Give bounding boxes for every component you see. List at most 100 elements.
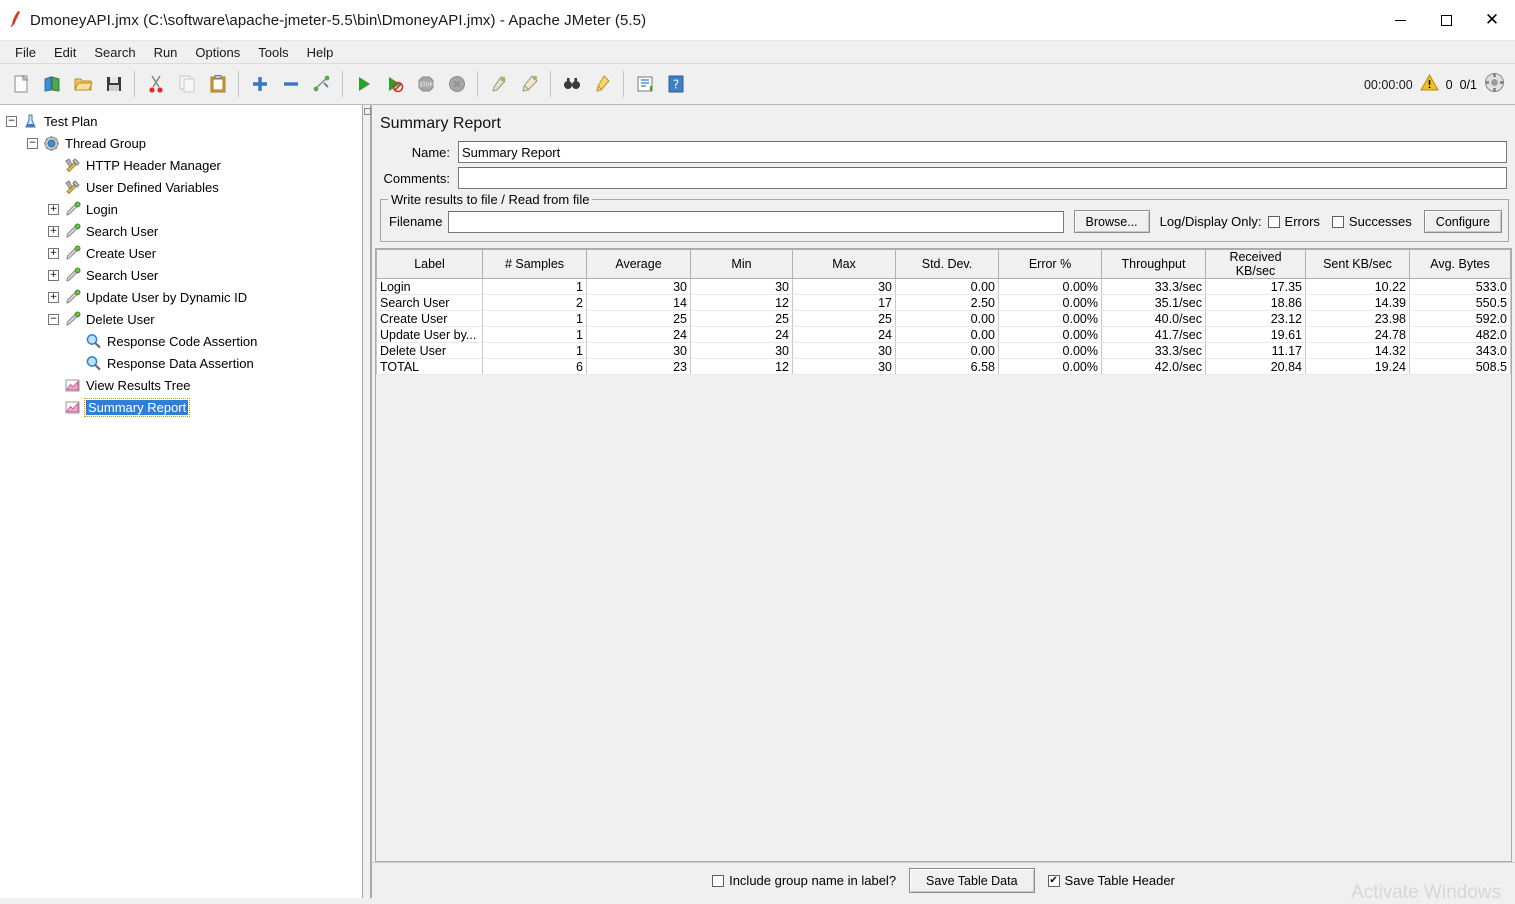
tree-node[interactable]: Response Code Assertion bbox=[0, 330, 361, 352]
thread-status-icon[interactable] bbox=[1484, 72, 1505, 97]
save-table-data-button[interactable]: Save Table Data bbox=[909, 868, 1035, 893]
start-icon[interactable] bbox=[348, 69, 379, 100]
successes-checkbox[interactable] bbox=[1331, 215, 1344, 228]
table-row[interactable]: Delete User 1 30 30 30 0.00 0.00% 33.3/sec 11.17… bbox=[376, 342, 1511, 359]
start-no-timers-icon[interactable] bbox=[379, 69, 410, 100]
table-cell: 30 bbox=[792, 278, 896, 295]
close-button[interactable]: ✕ bbox=[1469, 0, 1515, 41]
table-row[interactable]: Search User 2 14 12 17 2.50 0.00% 35.1/sec 18.86… bbox=[376, 294, 1511, 311]
config-element-icon bbox=[62, 156, 82, 174]
shutdown-icon[interactable] bbox=[441, 69, 472, 100]
filename-label: Filename bbox=[389, 214, 443, 229]
name-input[interactable]: Summary Report bbox=[458, 141, 1507, 163]
table-row[interactable]: Create User 1 25 25 25 0.00 0.00% 40.0/sec 23.12… bbox=[376, 310, 1511, 327]
clear-all-icon[interactable] bbox=[514, 69, 545, 100]
successes-checkbox-wrap[interactable]: Successes bbox=[1331, 214, 1412, 229]
tree-node[interactable]: HTTP Header Manager bbox=[0, 154, 361, 176]
save-icon[interactable] bbox=[98, 69, 129, 100]
tree-node[interactable]: − Thread Group bbox=[0, 132, 361, 154]
table-cell: Delete User bbox=[376, 342, 483, 359]
menu-search[interactable]: Search bbox=[85, 43, 144, 62]
table-cell: Login bbox=[376, 278, 483, 295]
table-cell: 11.17 bbox=[1205, 342, 1306, 359]
include-group-name-checkbox[interactable] bbox=[712, 874, 725, 887]
tree-node[interactable]: User Defined Variables bbox=[0, 176, 361, 198]
collapse-handle-icon[interactable]: − bbox=[27, 137, 38, 149]
expand-icon[interactable] bbox=[244, 69, 275, 100]
cut-icon[interactable] bbox=[140, 69, 171, 100]
column-header[interactable]: Throughput bbox=[1101, 249, 1206, 279]
column-header[interactable]: # Samples bbox=[482, 249, 587, 279]
column-header[interactable]: Max bbox=[792, 249, 896, 279]
tree-node[interactable]: Response Data Assertion bbox=[0, 352, 361, 374]
stop-icon[interactable]: STOP bbox=[410, 69, 441, 100]
table-row[interactable]: Update User by... 1 24 24 24 0.00 0.00% 41.7/se… bbox=[376, 326, 1511, 343]
reset-search-icon[interactable] bbox=[587, 69, 618, 100]
column-header[interactable]: Sent KB/sec bbox=[1305, 249, 1410, 279]
toggle-icon[interactable] bbox=[306, 69, 337, 100]
table-row[interactable]: Login 1 30 30 30 0.00 0.00% 33.3/sec 17.35 10.22 5… bbox=[376, 278, 1511, 295]
column-header[interactable]: Average bbox=[586, 249, 691, 279]
collapse-handle-icon[interactable]: − bbox=[6, 115, 17, 127]
tree-node[interactable]: + Update User by Dynamic ID bbox=[0, 286, 361, 308]
collapse-icon[interactable] bbox=[275, 69, 306, 100]
collapse-handle-icon[interactable]: − bbox=[48, 313, 59, 325]
column-header[interactable]: Label bbox=[376, 249, 483, 279]
table-cell: 24 bbox=[586, 326, 691, 343]
expand-handle-icon[interactable]: + bbox=[48, 291, 59, 303]
tree-node[interactable]: + Search User bbox=[0, 264, 361, 286]
menu-edit[interactable]: Edit bbox=[45, 43, 85, 62]
table-cell: 482.0 bbox=[1409, 326, 1511, 343]
tree-node[interactable]: View Results Tree bbox=[0, 374, 361, 396]
browse-button[interactable]: Browse... bbox=[1073, 210, 1150, 233]
tree-node[interactable]: + Search User bbox=[0, 220, 361, 242]
http-sampler-icon bbox=[62, 288, 82, 306]
tree-node[interactable]: − Test Plan bbox=[0, 110, 361, 132]
column-header[interactable]: Min bbox=[690, 249, 793, 279]
copy-icon[interactable] bbox=[171, 69, 202, 100]
save-table-header-checkbox-wrap[interactable]: ✔ Save Table Header bbox=[1047, 873, 1175, 888]
menu-tools[interactable]: Tools bbox=[249, 43, 297, 62]
table-cell: 33.3/sec bbox=[1101, 342, 1206, 359]
menu-run[interactable]: Run bbox=[145, 43, 187, 62]
expand-handle-icon[interactable]: + bbox=[48, 247, 59, 259]
maximize-button[interactable] bbox=[1423, 0, 1469, 41]
minimize-button[interactable] bbox=[1377, 0, 1423, 41]
errors-checkbox-wrap[interactable]: Errors bbox=[1267, 214, 1320, 229]
function-helper-icon[interactable] bbox=[629, 69, 660, 100]
clear-icon[interactable] bbox=[483, 69, 514, 100]
expand-handle-icon[interactable]: + bbox=[48, 225, 59, 237]
filename-input[interactable] bbox=[448, 210, 1064, 233]
new-icon[interactable] bbox=[5, 69, 36, 100]
split-divider[interactable] bbox=[362, 105, 371, 898]
table-cell: 0.00 bbox=[895, 342, 999, 359]
save-table-header-checkbox[interactable]: ✔ bbox=[1047, 874, 1060, 887]
column-header[interactable]: Error % bbox=[998, 249, 1102, 279]
table-row[interactable]: TOTAL 6 23 12 30 6.58 0.00% 42.0/sec 20.84 19.24 5… bbox=[376, 358, 1511, 375]
column-header[interactable]: Avg. Bytes bbox=[1409, 249, 1511, 279]
expand-handle-icon[interactable]: + bbox=[48, 203, 59, 215]
include-group-name-checkbox-wrap[interactable]: Include group name in label? bbox=[712, 873, 896, 888]
paste-icon[interactable] bbox=[202, 69, 233, 100]
column-header[interactable]: Received KB/sec bbox=[1205, 249, 1306, 279]
expand-handle-icon[interactable]: + bbox=[48, 269, 59, 281]
tree-node[interactable]: + Login bbox=[0, 198, 361, 220]
templates-icon[interactable] bbox=[36, 69, 67, 100]
errors-checkbox[interactable] bbox=[1267, 215, 1280, 228]
help-icon[interactable]: ? bbox=[660, 69, 691, 100]
tree-node[interactable]: − Delete User bbox=[0, 308, 361, 330]
comments-input[interactable] bbox=[458, 167, 1507, 189]
menu-options[interactable]: Options bbox=[186, 43, 249, 62]
open-icon[interactable] bbox=[67, 69, 98, 100]
menu-file[interactable]: File bbox=[6, 43, 45, 62]
table-cell: 35.1/sec bbox=[1101, 294, 1206, 311]
tree-node[interactable]: Summary Report bbox=[0, 396, 361, 418]
column-header[interactable]: Std. Dev. bbox=[895, 249, 999, 279]
tree-node[interactable]: + Create User bbox=[0, 242, 361, 264]
configure-button[interactable]: Configure bbox=[1423, 210, 1502, 233]
table-cell: 508.5 bbox=[1409, 358, 1511, 375]
table-cell: 18.86 bbox=[1205, 294, 1306, 311]
search-icon[interactable] bbox=[556, 69, 587, 100]
table-cell: 6 bbox=[482, 358, 587, 375]
menu-help[interactable]: Help bbox=[298, 43, 343, 62]
